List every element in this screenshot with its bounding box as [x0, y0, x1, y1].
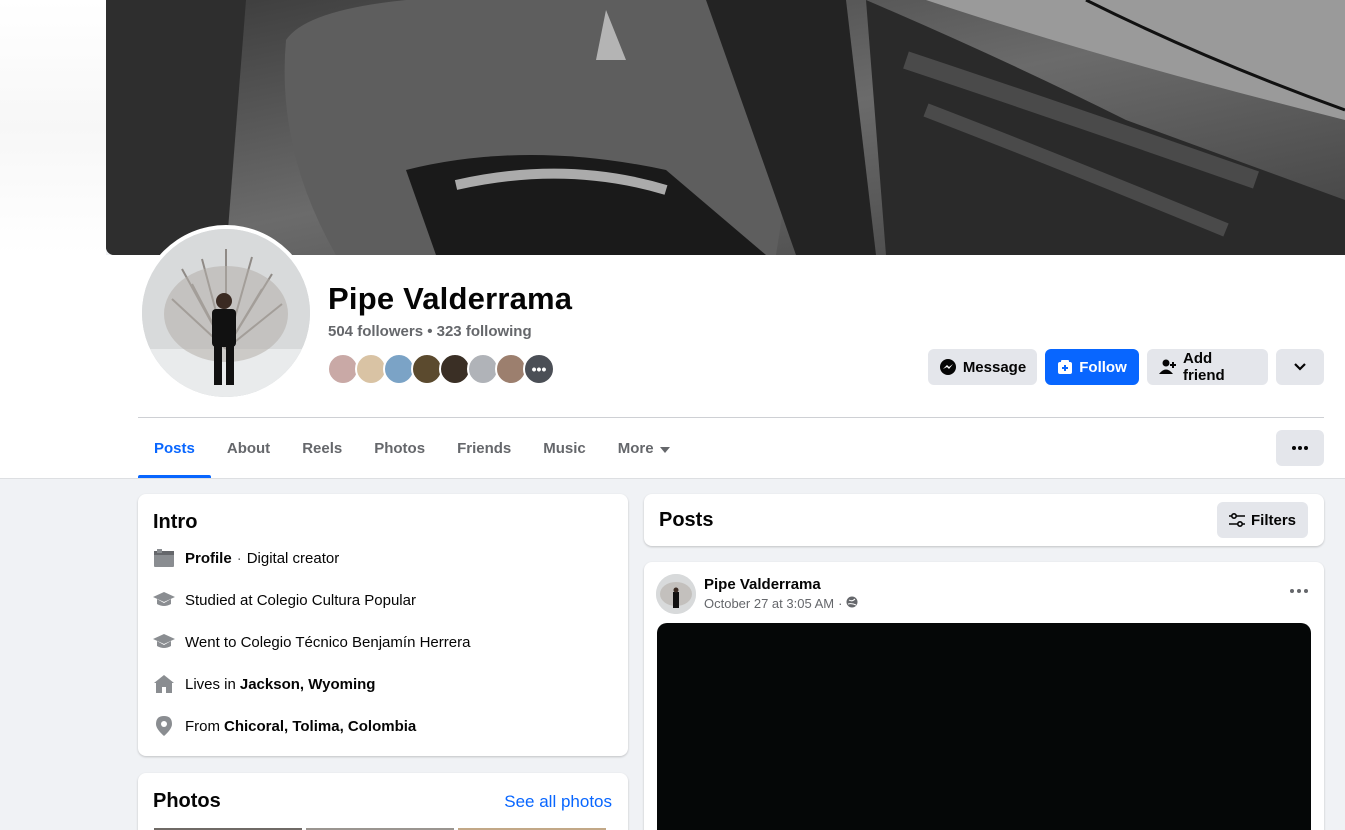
- tab-more[interactable]: More: [602, 418, 686, 478]
- tab-more-label: More: [617, 439, 654, 457]
- globe-icon: [846, 596, 858, 611]
- location-pin-icon: [153, 715, 175, 737]
- follow-icon: [1057, 359, 1073, 375]
- intro-lives: Lives in Jackson, Wyoming: [153, 672, 375, 696]
- message-label: Message: [962, 358, 1027, 376]
- tab-photos[interactable]: Photos: [358, 418, 441, 478]
- tab-music[interactable]: Music: [527, 418, 602, 478]
- intro-profile-sep: ·: [236, 549, 242, 567]
- profile-actions: Message Follow Add friend: [928, 349, 1324, 385]
- intro-from-place[interactable]: Chicoral, Tolima, Colombia: [224, 718, 416, 735]
- intro-profile-category: Digital creator: [246, 549, 340, 567]
- intro-lives-place[interactable]: Jackson, Wyoming: [240, 676, 376, 693]
- post-meta-sep: ·: [838, 596, 843, 611]
- photos-title: Photos: [153, 790, 221, 812]
- follow-label: Follow: [1079, 358, 1127, 376]
- header-rule: [0, 478, 1345, 479]
- intro-studied: Studied at Colegio Cultura Popular: [153, 588, 416, 612]
- tab-reels[interactable]: Reels: [286, 418, 358, 478]
- intro-from-prefix: From: [185, 717, 220, 735]
- add-friend-label: Add friend: [1183, 350, 1225, 384]
- messenger-icon: [939, 358, 957, 376]
- post-author-avatar[interactable]: [656, 574, 696, 614]
- more-friends-icon[interactable]: •••: [523, 353, 555, 385]
- post-meta: October 27 at 3:05 AM ·: [704, 596, 858, 611]
- avatar: [142, 229, 310, 397]
- tab-about[interactable]: About: [211, 418, 286, 478]
- intro-profile-type: Profile · Digital creator: [153, 546, 339, 570]
- intro-card: Intro Profile · Digital creator Studied …: [138, 494, 628, 756]
- mutual-friends-avatars[interactable]: •••: [327, 353, 555, 385]
- left-gutter: [0, 0, 106, 255]
- post-card: Pipe Valderrama October 27 at 3:05 AM ·: [644, 562, 1324, 830]
- filters-label: Filters: [1250, 511, 1296, 529]
- post-author-name[interactable]: Pipe Valderrama: [704, 576, 821, 593]
- graduation-cap-icon: [153, 631, 175, 653]
- filters-icon: [1228, 513, 1245, 527]
- posts-title: Posts: [659, 509, 714, 531]
- intro-profile-label: Profile: [185, 549, 232, 567]
- intro-title: Intro: [153, 511, 198, 533]
- add-friend-button[interactable]: Add friend: [1147, 349, 1268, 385]
- filters-button[interactable]: Filters: [1216, 502, 1308, 538]
- post-options-button[interactable]: [1290, 580, 1308, 598]
- caret-down-icon: [659, 440, 670, 457]
- profile-name: Pipe Valderrama: [328, 281, 573, 316]
- follow-stats[interactable]: 504 followers • 323 following: [328, 323, 532, 340]
- intro-went: Went to Colegio Técnico Benjamín Herrera: [153, 630, 470, 654]
- tab-posts[interactable]: Posts: [138, 418, 211, 478]
- photos-card: Photos See all photos: [138, 773, 628, 830]
- post-media[interactable]: [657, 623, 1311, 830]
- graduation-cap-icon: [153, 589, 175, 611]
- tab-friends[interactable]: Friends: [441, 418, 527, 478]
- see-all-photos-link[interactable]: See all photos: [504, 792, 612, 812]
- posts-header-card: Posts Filters: [644, 494, 1324, 546]
- home-icon: [153, 673, 175, 695]
- profile-avatar[interactable]: [138, 225, 314, 401]
- intro-from: From Chicoral, Tolima, Colombia: [153, 714, 416, 738]
- add-friend-icon: [1159, 359, 1177, 375]
- more-horizontal-icon: [1292, 446, 1308, 450]
- intro-went-text: Went to Colegio Técnico Benjamín Herrera: [185, 633, 471, 651]
- intro-lives-prefix: Lives in: [185, 675, 236, 693]
- chevron-down-icon: [1293, 362, 1307, 372]
- post-timestamp[interactable]: October 27 at 3:05 AM: [704, 596, 834, 611]
- message-button[interactable]: Message: [928, 349, 1037, 385]
- cover-photo[interactable]: [106, 0, 1345, 255]
- follow-button[interactable]: Follow: [1045, 349, 1139, 385]
- profile-tabs: Posts About Reels Photos Friends Music M…: [138, 418, 686, 478]
- briefcase-icon: [153, 547, 175, 569]
- intro-studied-text: Studied at Colegio Cultura Popular: [185, 591, 416, 609]
- more-horizontal-icon: [1290, 580, 1308, 597]
- profile-options-dropdown[interactable]: [1276, 349, 1324, 385]
- tabs-more-options-button[interactable]: [1276, 430, 1324, 466]
